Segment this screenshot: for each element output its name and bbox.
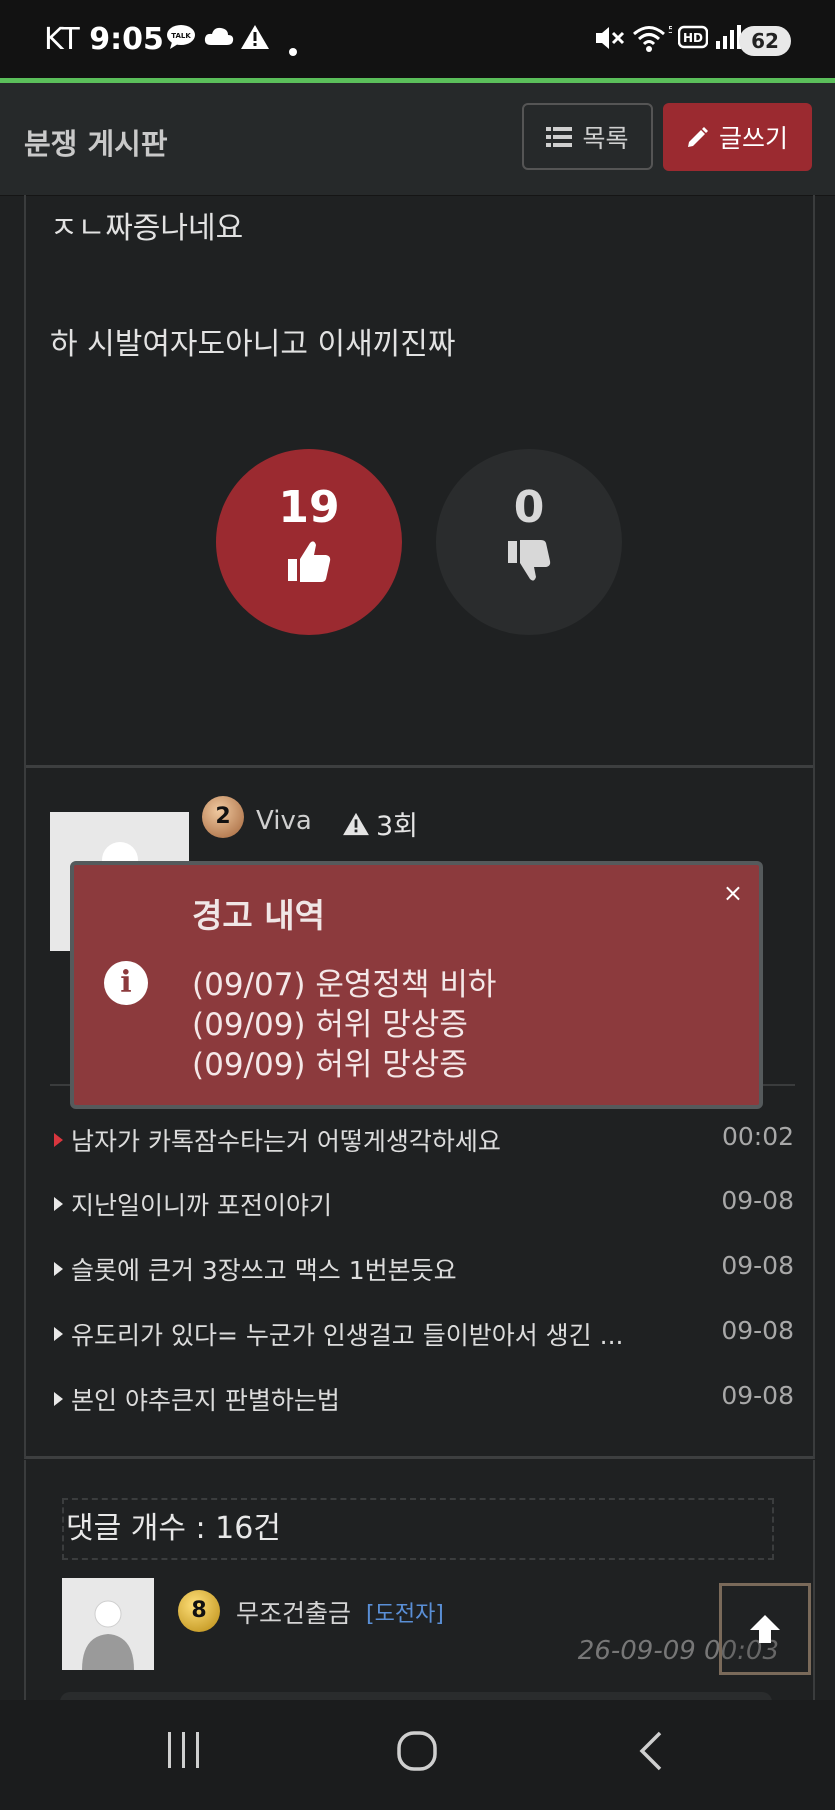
svg-text:5: 5 [668, 25, 672, 36]
warning-history-popup: 경고 내역 × i (09/07) 운영정책 비하 (09/09) 허위 망상증… [70, 861, 763, 1109]
arrow-icon [54, 1327, 63, 1341]
warning-icon [343, 812, 369, 835]
downvote-button[interactable]: 0 [436, 449, 622, 635]
commenter-avatar[interactable] [62, 1578, 154, 1670]
level-badge: 2 [202, 796, 244, 838]
current-arrow-icon [54, 1133, 63, 1147]
warning-entries: (09/07) 운영정책 비하 (09/09) 허위 망상증 (09/09) 허… [192, 965, 496, 1085]
status-bar: KT 9:05 TALK 5 HD 62 [0, 0, 835, 80]
arrow-icon [54, 1197, 63, 1211]
arrow-icon [54, 1392, 63, 1406]
write-button[interactable]: 글쓰기 [663, 103, 812, 171]
arrow-icon [54, 1262, 63, 1276]
related-post-item[interactable]: 남자가 카톡잠수타는거 어떻게생각하세요 00:02 [54, 1122, 794, 1162]
warning-entry: (09/07) 운영정책 비하 [192, 967, 497, 1003]
warning-entry: (09/09) 허위 망상증 [192, 1047, 468, 1083]
wifi-icon: 5 [632, 24, 674, 61]
home-icon [397, 1731, 437, 1771]
svg-text:HD: HD [683, 31, 703, 45]
commenter-role: [도전자] [366, 1602, 444, 1627]
board-header: 분쟁 게시판 목록 글쓰기 [0, 83, 835, 196]
thumbs-up-icon [288, 541, 331, 582]
cloud-icon [204, 24, 234, 54]
close-icon[interactable]: × [723, 879, 743, 907]
board-title: 분쟁 게시판 [24, 127, 168, 161]
author-name[interactable]: Viva [256, 806, 312, 836]
home-button[interactable] [396, 1730, 438, 1776]
back-icon [639, 1731, 662, 1771]
recent-apps-button[interactable] [166, 1730, 202, 1774]
dot-icon [288, 34, 298, 64]
commenter-name[interactable]: 무조건출금 [236, 1594, 351, 1630]
mute-icon [594, 24, 626, 59]
warning-icon [240, 24, 270, 57]
recent-apps-icon [168, 1732, 199, 1768]
popup-title: 경고 내역 [192, 896, 325, 935]
hd-icon: HD [677, 24, 709, 57]
warning-count-label: 3회 [376, 811, 419, 842]
related-post-item[interactable]: 본인 야추큰지 판별하는법 09-08 [54, 1381, 794, 1421]
list-button[interactable]: 목록 [522, 103, 653, 170]
related-post-item[interactable]: 지난일이니까 포전이야기 09-08 [54, 1186, 794, 1226]
warning-count[interactable]: 3회 [342, 804, 418, 843]
pencil-icon [687, 127, 708, 147]
related-post-item[interactable]: 슬롯에 큰거 3장쓰고 맥스 1번본듯요 09-08 [54, 1251, 794, 1291]
post-body: ㅈㄴ짜증나네요 하 시발여자도아니고 이새끼진짜 19 0 [24, 195, 815, 768]
upvote-button[interactable]: 19 [216, 449, 402, 635]
battery-indicator: 62 [739, 26, 791, 56]
talk-icon: TALK [166, 24, 196, 57]
upvote-count: 19 [278, 482, 340, 533]
write-button-label: 글쓰기 [718, 124, 788, 153]
comment-count: 댓글 개수 : 16건 [62, 1498, 774, 1560]
arrow-up-icon [750, 1615, 780, 1643]
status-time: KT 9:05 [44, 22, 164, 57]
level-badge: 8 [178, 1590, 220, 1632]
thumbs-down-icon [508, 540, 551, 581]
post-text-line: 하 시발여자도아니고 이새끼진짜 [50, 327, 456, 362]
scroll-top-button[interactable] [719, 1583, 811, 1675]
list-button-label: 목록 [582, 123, 629, 153]
svg-text:TALK: TALK [171, 32, 191, 40]
comments-section: 댓글 개수 : 16건 8 무조건출금 [도전자] 26-09-09 00:03 [24, 1460, 815, 1700]
system-nav-bar [0, 1700, 835, 1810]
downvote-count: 0 [513, 482, 545, 533]
list-icon [546, 126, 573, 147]
warning-entry: (09/09) 허위 망상증 [192, 1007, 468, 1043]
avatar-placeholder-icon [82, 1600, 134, 1670]
info-icon: i [104, 961, 148, 1005]
related-post-item[interactable]: 유도리가 있다= 누군가 인생걸고 들이받아서 생긴 ... 09-08 [54, 1316, 794, 1356]
post-text-line: ㅈㄴ짜증나네요 [50, 211, 244, 246]
signal-icon [714, 24, 742, 57]
back-button[interactable] [636, 1730, 666, 1776]
